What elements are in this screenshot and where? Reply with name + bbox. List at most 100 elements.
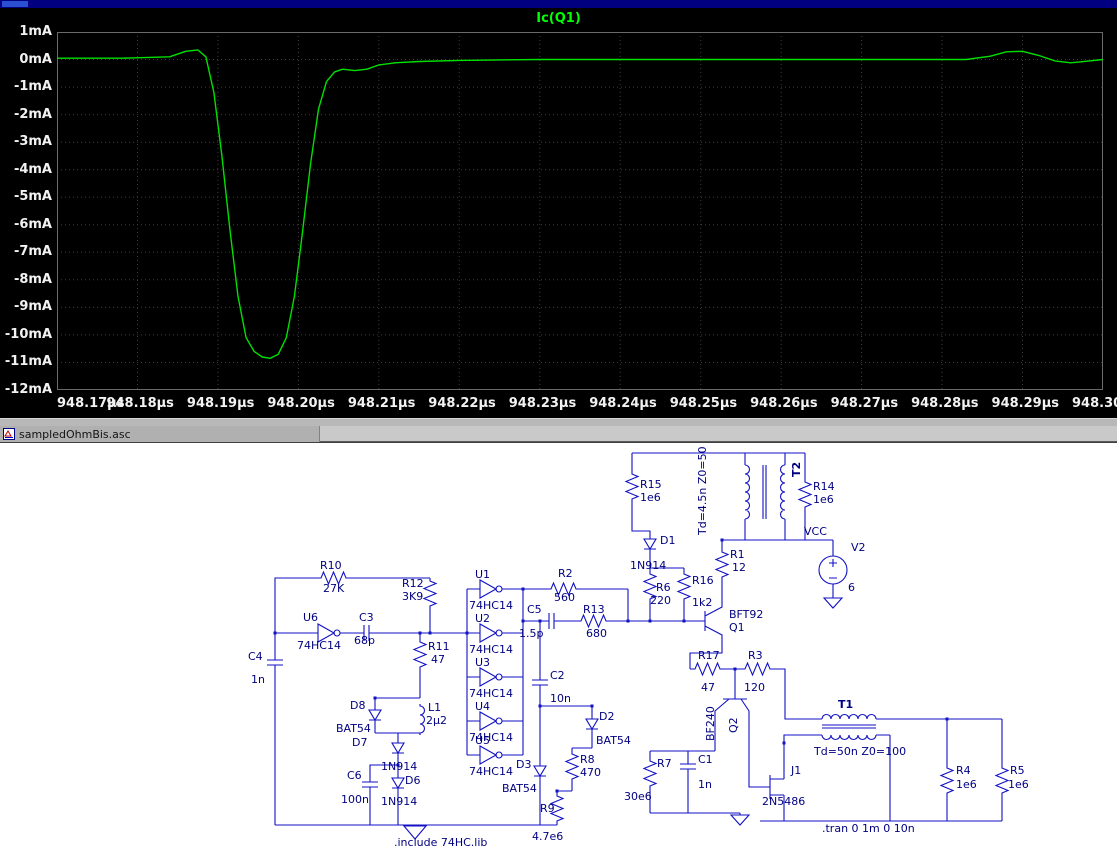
component-D1[interactable]: D1 1N914 (630, 533, 675, 572)
directive-include[interactable]: .include 74HC.lib (394, 836, 487, 849)
component-value: 1n (698, 778, 712, 791)
component-D2[interactable]: D2 BAT54 (585, 710, 631, 747)
component-L1[interactable]: L1 2µ2 (419, 701, 447, 736)
component-J1[interactable]: J1 2N5486 (749, 764, 805, 821)
component-value: 120 (744, 681, 765, 694)
component-ref: R6 (656, 581, 671, 594)
component-T2[interactable]: T2 Td=4.5n Z0=50 (696, 446, 803, 536)
x-axis-tick: 948.27µs (830, 396, 899, 411)
component-value: 12 (732, 561, 746, 574)
component-ref: R5 (1010, 764, 1025, 777)
component-ref: C2 (550, 669, 565, 682)
component-R12[interactable]: R12 3K9 (402, 577, 437, 610)
component-U3[interactable]: U3 74HC14 (469, 656, 513, 700)
component-ref: Q2 (727, 717, 740, 733)
schematic-filename: sampledOhmBis.asc (19, 427, 131, 441)
component-value: 1e6 (1008, 778, 1029, 791)
component-R11[interactable]: R11 47 (413, 638, 450, 671)
y-axis-tick: -8mA (13, 271, 52, 287)
component-value: 27K (323, 582, 345, 595)
component-R15[interactable]: R15 1e6 (625, 470, 662, 504)
component-value: 74HC14 (469, 765, 513, 778)
component-R4[interactable]: R4 1e6 (940, 764, 977, 797)
component-R8[interactable]: R8 470 (565, 750, 601, 783)
component-D8[interactable]: D8 BAT54 (336, 699, 382, 735)
main-window-titlebar[interactable] (0, 0, 1117, 8)
component-C6[interactable]: C6 100n (341, 769, 379, 806)
component-R9[interactable]: R9 4.7e6 (532, 792, 564, 843)
component-ref: R4 (956, 764, 971, 777)
component-ref: R13 (583, 603, 605, 616)
component-R13[interactable]: R13 680 (577, 603, 610, 640)
component-value: 30e6 (624, 790, 652, 803)
component-R14[interactable]: R14 1e6 (798, 478, 835, 511)
component-value: 68p (354, 634, 375, 647)
component-value: BAT54 (336, 722, 371, 735)
component-R3[interactable]: R3 120 (741, 649, 774, 694)
trace-title[interactable]: Ic(Q1) (0, 11, 1117, 26)
component-R16[interactable]: R16 1k2 (677, 570, 714, 609)
component-U6[interactable]: U6 74HC14 (297, 611, 349, 652)
component-ref: R2 (558, 567, 573, 580)
schematic-icon (3, 428, 15, 440)
net-label-vcc[interactable]: VCC (804, 525, 827, 538)
component-R5[interactable]: R5 1e6 (995, 764, 1029, 797)
component-R6[interactable]: R6 220 (643, 570, 671, 607)
component-T1[interactable]: T1 Td=50n Z0=100 (808, 698, 906, 758)
component-value: 1n (251, 673, 265, 686)
y-axis-tick: -12mA (4, 382, 52, 397)
component-ref: R1 (730, 548, 745, 561)
x-axis-tick: 948.25µs (669, 396, 738, 411)
component-value: 3K9 (402, 590, 423, 603)
component-R2[interactable]: R2 560 (547, 567, 580, 604)
waveform-plot[interactable] (57, 32, 1103, 390)
component-U1[interactable]: U1 74HC14 (469, 568, 513, 612)
component-ref: R16 (692, 574, 714, 587)
plot-border (57, 32, 1103, 390)
component-ref: D1 (660, 534, 675, 547)
component-R7[interactable]: R7 30e6 (624, 757, 672, 803)
component-R1[interactable]: R1 12 (715, 548, 746, 581)
waveform-pane[interactable]: Ic(Q1) 1mA 0mA -1mA -2mA -3mA -4mA -5mA -6mA -7m… (0, 8, 1117, 418)
ground-icon[interactable] (730, 814, 750, 826)
component-R10[interactable]: R10 27K (317, 559, 350, 595)
ground-icon[interactable] (823, 597, 843, 609)
component-C1[interactable]: C1 1n (679, 753, 713, 791)
component-value: 220 (650, 594, 671, 607)
component-D6[interactable]: D6 1N914 (381, 772, 420, 808)
component-ref: R9 (540, 802, 555, 815)
component-C3[interactable]: C3 68p (354, 611, 379, 647)
titlebar-accent (2, 1, 28, 7)
component-U2[interactable]: U2 74HC14 (469, 612, 513, 656)
schematic-titlebar[interactable]: sampledOhmBis.asc (0, 426, 1117, 442)
component-ref: L1 (428, 701, 441, 714)
component-ref: T2 (790, 462, 803, 477)
x-axis-tick: 948.22µs (428, 396, 496, 411)
component-ref: T1 (838, 698, 853, 711)
schematic-tab[interactable]: sampledOhmBis.asc (0, 426, 320, 442)
component-ref: R17 (698, 649, 720, 662)
component-ref: C5 (527, 603, 542, 616)
x-axis-tick: 948.24µs (589, 396, 657, 411)
pane-divider[interactable] (0, 418, 1117, 426)
x-axis-tick: 948.28µs (911, 396, 979, 411)
directive-tran[interactable]: .tran 0 1m 0 10n (822, 822, 915, 835)
plot-grid (57, 32, 1103, 390)
component-value: 1N914 (381, 760, 417, 773)
component-D7[interactable]: D7 1N914 (352, 736, 417, 773)
schematic-canvas[interactable]: R15 1e6 R14 1e6 T2 Td=4.5n Z0=50 D1 1N91… (0, 442, 1117, 859)
component-value: 1k2 (692, 596, 712, 609)
component-value: 560 (554, 591, 575, 604)
component-value: 4.7e6 (532, 830, 563, 843)
component-C2[interactable]: C2 10n (531, 669, 571, 705)
component-value: 74HC14 (469, 599, 513, 612)
component-value: BAT54 (596, 734, 631, 747)
component-ref: C6 (347, 769, 362, 782)
component-C4[interactable]: C4 1n (248, 650, 284, 686)
schematic-drawing[interactable]: R15 1e6 R14 1e6 T2 Td=4.5n Z0=50 D1 1N91… (0, 443, 1117, 859)
component-V2[interactable]: V2 6 (818, 541, 866, 594)
component-ref: D7 (352, 736, 367, 749)
x-axis-tick: 948.18µs (106, 396, 174, 411)
component-R17[interactable]: R17 47 (691, 649, 724, 694)
component-value: BAT54 (502, 782, 537, 795)
